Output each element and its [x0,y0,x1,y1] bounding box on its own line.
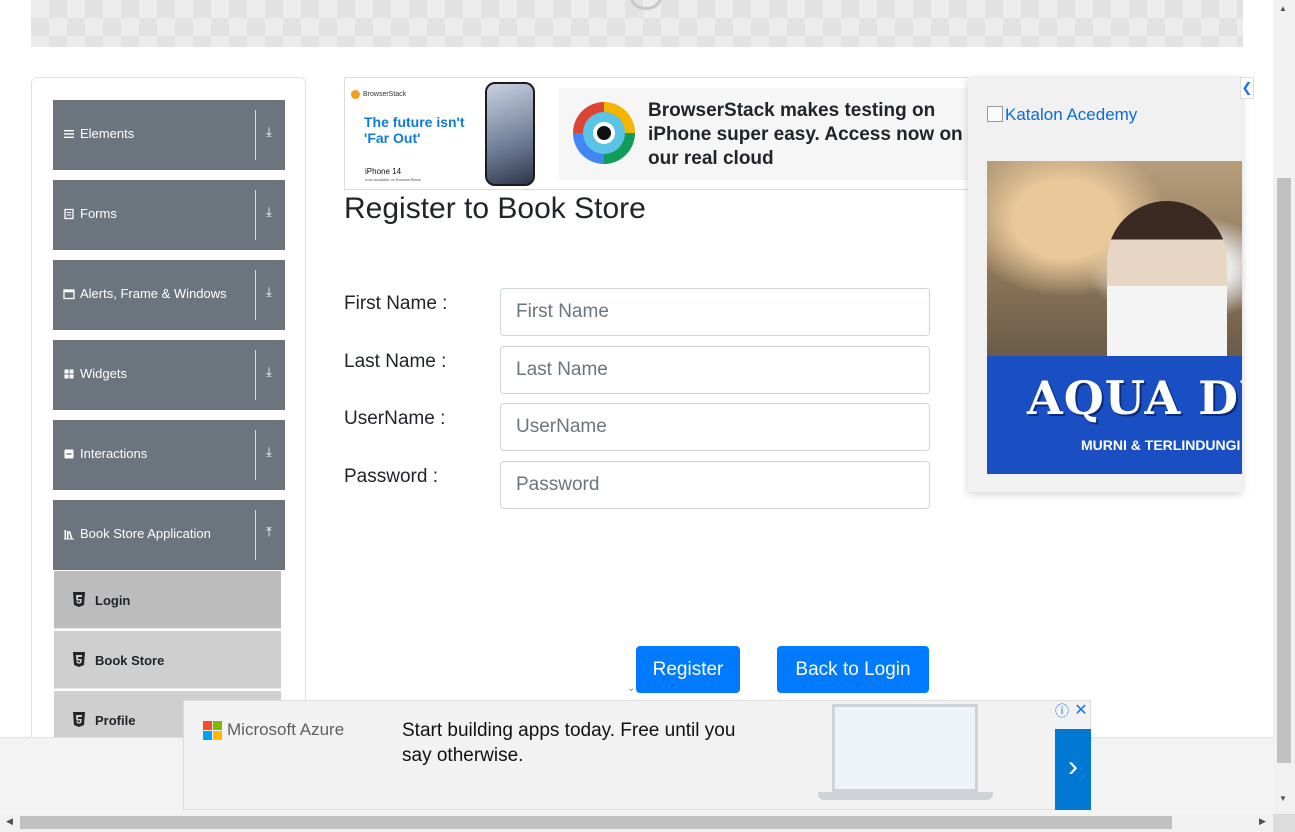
collapse-icon[interactable]: ⤒ [262,524,276,544]
expand-icon[interactable]: ⤓ [262,124,276,144]
back-to-login-button[interactable]: Back to Login [777,646,929,693]
image-alt-text: Katalon Acedemy [1005,105,1138,124]
ad-tagline: The future isn't 'Far Out' [364,114,465,146]
divider [255,270,256,320]
info-icon[interactable]: ⓘ [1053,702,1071,720]
ad-artwork: BrowserStack The future isn't 'Far Out' … [345,78,559,189]
sidebar-item-book-store[interactable]: Book Store [54,631,281,689]
broken-image-link[interactable]: Katalon Acedemy [987,105,1137,125]
scrollbar-thumb[interactable] [1277,178,1291,763]
close-icon[interactable]: ✕ [1072,702,1090,720]
aqua-banner: AQUA DUI MURNI & TERLINDUNGI [987,356,1242,474]
divider [255,430,256,480]
sidebar-item-label: Book Store [95,653,165,668]
nav-group-forms[interactable]: Forms ⤓ [53,180,285,250]
phone-image [485,82,535,186]
username-field-wrap [500,403,930,451]
menu-icon [64,130,74,138]
last-name-field-wrap [500,346,930,394]
scroll-down-icon[interactable]: ▼ [1279,794,1287,803]
ad-photo-person [1107,201,1227,356]
password-label: Password : [344,466,438,487]
ad-headline: Start building apps today. Free until yo… [402,720,736,766]
password-input[interactable] [501,462,929,508]
collapse-ad-icon[interactable]: ❮ [1240,77,1254,99]
logo-inner [583,112,625,154]
first-name-label: First Name : [344,293,448,314]
last-name-input[interactable] [501,347,929,393]
html5-icon [73,712,85,727]
widgets-icon [64,369,74,379]
scroll-left-icon[interactable]: ◀ [6,816,13,827]
library-icon [64,530,74,540]
divider [255,510,256,560]
divider [255,350,256,400]
last-name-label: Last Name : [344,351,447,372]
password-field-wrap [500,461,930,509]
username-label: UserName : [344,408,446,429]
scroll-up-icon[interactable]: ▲ [1279,4,1287,13]
page-title: Register to Book Store [344,192,646,225]
ad-text: BrowserStack makes testing on iPhone sup… [648,100,963,169]
window-icon [63,289,75,300]
expand-icon[interactable]: ⤓ [262,364,276,384]
nav-group-interactions[interactable]: Interactions ⤓ [53,420,285,490]
ad-photo [987,161,1242,356]
nav-group-label: Book Store Application [80,526,211,541]
chevron-down-icon: ⌄ [627,683,636,694]
divider [255,190,256,240]
top-ad-banner[interactable]: BrowserStack The future isn't 'Far Out' … [344,77,984,190]
nav-group-label: Widgets [80,366,127,381]
nav-group-elements[interactable]: Elements ⤓ [53,100,285,170]
username-input[interactable] [501,404,929,450]
laptop-screen [832,704,978,792]
ad-brand: Microsoft Azure [227,720,345,739]
right-ad[interactable]: Katalon Acedemy AQUA DUI MURNI & TERLIND… [968,77,1242,492]
sidebar-item-login[interactable]: Login [54,571,281,629]
laptop-base [818,792,993,800]
bottom-ad[interactable]: Microsoft Azure Start building apps toda… [183,700,1091,810]
nav-group-label: Alerts, Frame & Windows [80,286,227,301]
divider [255,110,256,160]
aqua-logo-text: AQUA DUI [1027,371,1242,425]
next-arrow-button[interactable]: › [1055,729,1091,810]
banner-logo-fragment [629,0,663,10]
nav-group-book-store-application[interactable]: Book Store Application ⤒ [53,500,285,570]
first-name-input[interactable] [501,289,929,335]
nav-group-label: Forms [80,206,117,221]
vertical-scrollbar[interactable]: ▲ ▼ [1273,0,1295,814]
nav-group-alerts-frame-windows[interactable]: Alerts, Frame & Windows ⤓ [53,260,285,330]
ad-product: iPhone 14 [365,167,402,176]
sidebar-item-label: Login [95,593,131,608]
ad-brand: BrowserStack [363,91,407,98]
expand-icon[interactable]: ⤓ [262,444,276,464]
header-banner [31,0,1243,47]
interactions-icon [64,449,74,459]
browserstack-logo-icon [351,90,360,99]
expand-icon[interactable]: ⤓ [262,284,276,304]
horizontal-scrollbar[interactable]: ◀ ▶ [0,814,1273,832]
form-icon [64,208,74,220]
scrollbar-thumb[interactable] [20,816,1172,829]
logo-eye [593,122,615,144]
first-name-field-wrap [500,288,930,336]
aqua-tagline: MURNI & TERLINDUNGI [1081,437,1241,453]
scrollbar-corner [1273,814,1295,832]
scroll-right-icon[interactable]: ▶ [1259,816,1266,827]
expand-icon[interactable]: ⤓ [262,204,276,224]
laptop-image [818,704,993,802]
html5-icon [73,652,85,667]
html5-icon [73,592,85,607]
nav-group-label: Elements [80,126,135,141]
microsoft-logo-icon [203,721,223,741]
ad-fine-print: now available on BrowserStack [365,177,421,182]
broken-image-icon [987,106,1003,122]
sidebar-item-label: Profile [95,713,136,728]
ad-text-card: BrowserStack makes testing on iPhone sup… [559,88,983,180]
browserstack-logo-icon [573,102,635,164]
nav-group-label: Interactions [80,446,148,461]
nav-group-widgets[interactable]: Widgets ⤓ [53,340,285,410]
register-button[interactable]: Register [636,646,740,693]
